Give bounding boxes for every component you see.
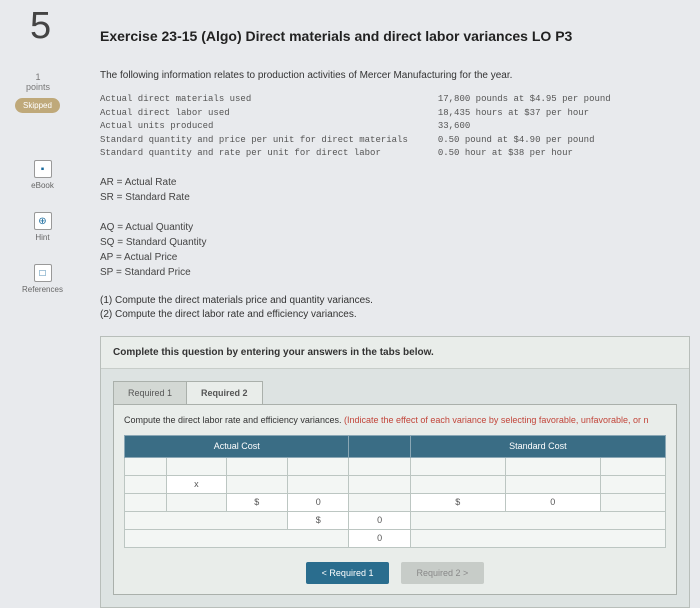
data-values: 17,800 pounds at $4.95 per pound 18,435 … xyxy=(438,93,611,161)
cell[interactable] xyxy=(125,529,349,547)
points-num: 1 xyxy=(8,72,68,82)
col-standard-cost: Standard Cost xyxy=(410,435,665,457)
cell[interactable] xyxy=(410,457,505,475)
cell[interactable] xyxy=(505,475,600,493)
task-2: (2) Compute the direct labor rate and ef… xyxy=(100,308,690,322)
tabs: Required 1 Required 2 xyxy=(113,381,689,404)
definitions: AR = Actual Rate SR = Standard Rate AQ =… xyxy=(100,175,690,280)
tasks: (1) Compute the direct materials price a… xyxy=(100,294,690,322)
cell-sym[interactable]: $ xyxy=(288,511,349,529)
tab-required-2[interactable]: Required 2 xyxy=(186,381,263,404)
points-label: points xyxy=(26,82,50,92)
col-blank xyxy=(349,435,410,457)
sidebar-references-label: References xyxy=(22,285,63,294)
tab-instr-hint: (Indicate the effect of each variance by… xyxy=(344,415,649,425)
tab-instr-text: Compute the direct labor rate and effici… xyxy=(124,415,344,425)
cell[interactable] xyxy=(226,457,287,475)
complete-instruction: Complete this question by entering your … xyxy=(101,337,689,369)
cell[interactable] xyxy=(349,475,410,493)
cell-zero[interactable]: 0 xyxy=(349,511,410,529)
cell[interactable] xyxy=(410,511,665,529)
variance-table: Actual Cost Standard Cost x $0 xyxy=(124,435,666,548)
cell[interactable] xyxy=(410,475,505,493)
book-icon: ▪ xyxy=(34,160,52,178)
cell-x[interactable]: x xyxy=(167,475,226,493)
tab-content: Compute the direct labor rate and effici… xyxy=(113,404,677,595)
next-button[interactable]: Required 2 > xyxy=(401,562,485,584)
cell-zero[interactable]: 0 xyxy=(349,529,410,547)
cell-zero[interactable]: 0 xyxy=(505,493,600,511)
cell[interactable] xyxy=(288,475,349,493)
points-area: 1 points xyxy=(8,72,68,92)
answer-box: Complete this question by entering your … xyxy=(100,336,690,608)
cell[interactable] xyxy=(600,493,665,511)
skipped-badge: Skipped xyxy=(15,98,60,113)
sidebar-hint[interactable]: ⊕ Hint xyxy=(15,212,70,242)
cell-sym[interactable]: $ xyxy=(410,493,505,511)
cell[interactable] xyxy=(226,475,287,493)
cell[interactable] xyxy=(349,457,410,475)
sidebar-ebook-label: eBook xyxy=(31,181,54,190)
cell[interactable] xyxy=(167,493,226,511)
cell[interactable] xyxy=(600,475,665,493)
question-number: 5 xyxy=(30,5,51,48)
content: The following information relates to pro… xyxy=(100,70,690,608)
data-labels: Actual direct materials used Actual dire… xyxy=(100,93,408,161)
cell-sym[interactable]: $ xyxy=(226,493,287,511)
hint-icon: ⊕ xyxy=(34,212,52,230)
data-block: Actual direct materials used Actual dire… xyxy=(100,93,690,161)
cell[interactable] xyxy=(167,457,226,475)
col-actual-cost: Actual Cost xyxy=(125,435,349,457)
exercise-title: Exercise 23-15 (Algo) Direct materials a… xyxy=(100,28,572,44)
cell[interactable] xyxy=(125,457,167,475)
nav-buttons: < Required 1 Required 2 > xyxy=(124,562,666,584)
cell-zero[interactable]: 0 xyxy=(288,493,349,511)
cell[interactable] xyxy=(600,457,665,475)
intro-text: The following information relates to pro… xyxy=(100,70,690,81)
cell[interactable] xyxy=(349,493,410,511)
sidebar: ▪ eBook ⊕ Hint □ References xyxy=(15,160,70,316)
sidebar-hint-label: Hint xyxy=(35,233,49,242)
task-1: (1) Compute the direct materials price a… xyxy=(100,294,690,308)
sidebar-ebook[interactable]: ▪ eBook xyxy=(15,160,70,190)
references-icon: □ xyxy=(34,264,52,282)
prev-button[interactable]: < Required 1 xyxy=(306,562,390,584)
cell[interactable] xyxy=(125,511,288,529)
cell[interactable] xyxy=(410,529,665,547)
tab-required-1[interactable]: Required 1 xyxy=(113,381,187,404)
tab-instruction: Compute the direct labor rate and effici… xyxy=(124,415,666,425)
cell[interactable] xyxy=(505,457,600,475)
cell[interactable] xyxy=(125,475,167,493)
cell[interactable] xyxy=(288,457,349,475)
sidebar-references[interactable]: □ References xyxy=(15,264,70,294)
cell[interactable] xyxy=(125,493,167,511)
